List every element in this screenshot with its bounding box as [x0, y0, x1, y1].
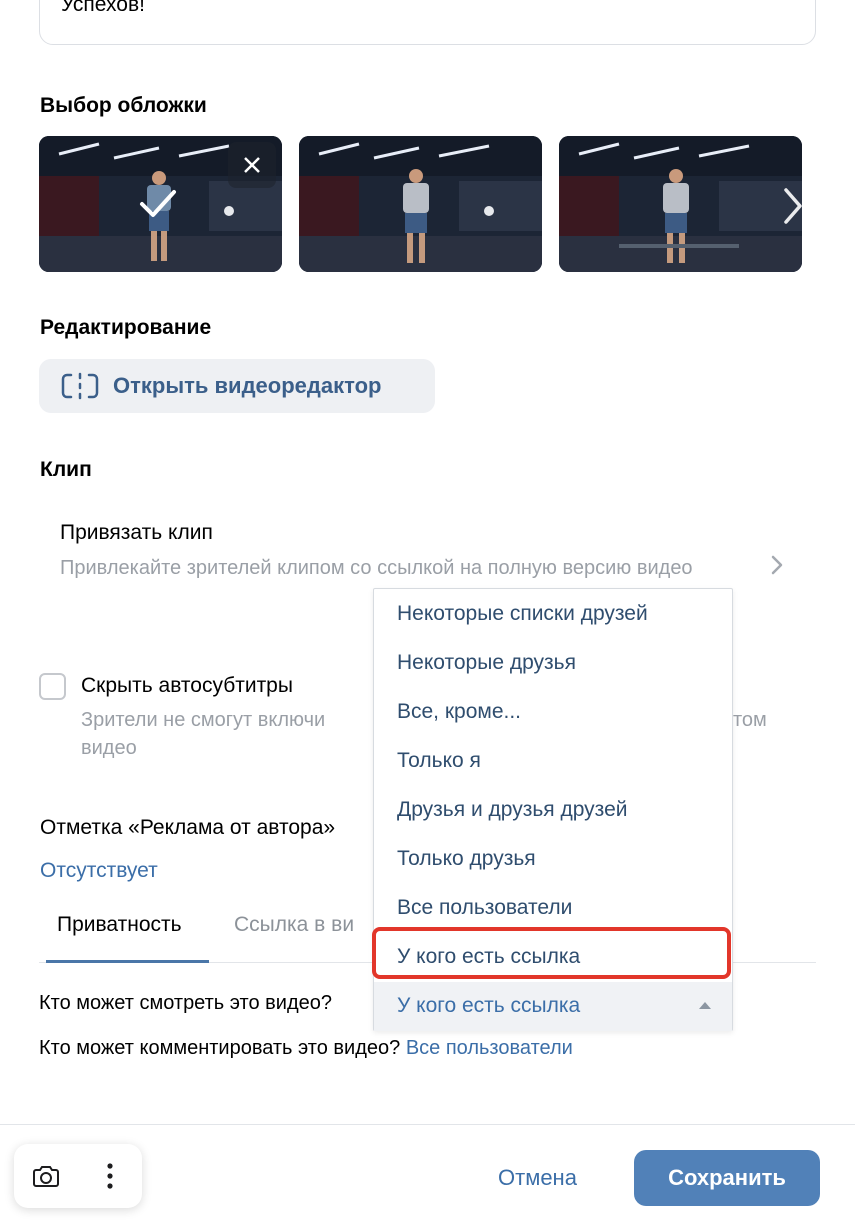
dropdown-current-value[interactable]: У кого есть ссылка	[374, 982, 732, 1031]
dropdown-selected-label: У кого есть ссылка	[397, 994, 581, 1017]
tab-privacy[interactable]: Приватность	[57, 913, 182, 937]
floating-toolbar	[14, 1144, 142, 1208]
hide-subtitles-desc-tail: том	[733, 709, 767, 731]
description-field[interactable]: Успехов!	[39, 0, 816, 45]
dropdown-option[interactable]: Все пользователи	[397, 896, 572, 920]
ad-mark-title: Отметка «Реклама от автора»	[40, 816, 336, 839]
cover-thumbnail-2[interactable]	[299, 136, 542, 272]
highlight-annotation	[372, 927, 731, 979]
open-video-editor-label: Открыть видеоредактор	[113, 373, 382, 398]
dropdown-option[interactable]: Некоторые друзья	[397, 651, 576, 675]
chevron-right-icon	[767, 553, 787, 582]
more-vertical-icon[interactable]	[100, 1158, 120, 1199]
dropdown-option[interactable]: Только я	[397, 749, 481, 773]
footer-divider	[0, 1124, 855, 1125]
remove-cover-button[interactable]	[228, 142, 276, 188]
close-icon	[244, 157, 260, 173]
dropdown-option[interactable]: Только друзья	[397, 847, 536, 871]
cancel-button[interactable]: Отмена	[498, 1165, 577, 1191]
comment-privacy-row: Кто может комментировать это видео? Все …	[39, 1037, 573, 1060]
description-text: Успехов!	[61, 0, 145, 16]
video-editor-icon	[61, 372, 99, 405]
save-button[interactable]: Сохранить	[634, 1150, 820, 1206]
comment-privacy-value[interactable]: Все пользователи	[406, 1037, 573, 1059]
ad-mark-value-link[interactable]: Отсутствует	[40, 859, 158, 883]
cover-section-title: Выбор обложки	[40, 94, 207, 117]
hide-subtitles-label: Скрыть автосубтитры	[81, 674, 293, 697]
dropdown-option[interactable]: Все, кроме...	[397, 700, 521, 724]
hide-subtitles-desc-start: Зрители не смогут включи	[81, 709, 326, 731]
next-covers-button[interactable]	[772, 176, 812, 236]
clip-section-title: Клип	[40, 458, 92, 481]
attach-clip-description: Привлекайте зрителей клипом со ссылкой н…	[60, 557, 693, 579]
check-icon	[136, 184, 180, 229]
view-privacy-question: Кто может смотреть это видео?	[39, 992, 332, 1014]
chevron-right-icon	[784, 188, 802, 224]
hide-subtitles-checkbox[interactable]	[39, 673, 66, 700]
dropdown-option[interactable]: Друзья и друзья друзей	[397, 798, 627, 822]
dropdown-option[interactable]: Некоторые списки друзей	[397, 602, 648, 626]
caret-up-icon	[699, 1002, 711, 1009]
open-video-editor-button[interactable]: Открыть видеоредактор	[39, 359, 435, 413]
tab-link-in-video[interactable]: Ссылка в ви	[234, 913, 354, 937]
hide-subtitles-desc-line2: видео	[81, 737, 137, 759]
attach-clip-title: Привязать клип	[60, 521, 213, 544]
active-tab-indicator	[46, 960, 209, 963]
camera-icon[interactable]	[28, 1158, 64, 1199]
editing-section-title: Редактирование	[40, 316, 212, 339]
save-button-label: Сохранить	[668, 1165, 786, 1190]
cover-thumbnail-3[interactable]	[559, 136, 802, 272]
comment-privacy-question: Кто может комментировать это видео?	[39, 1037, 401, 1059]
